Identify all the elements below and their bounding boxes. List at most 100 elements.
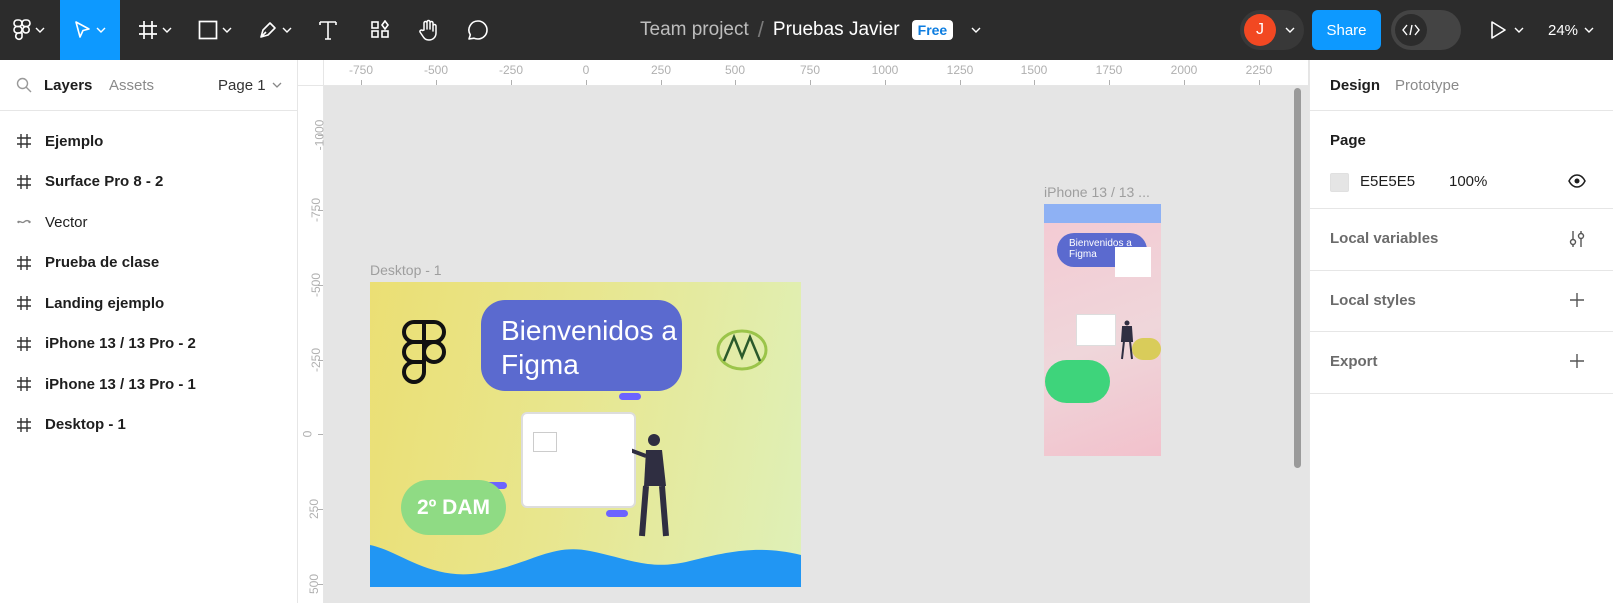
search-icon[interactable] <box>16 77 32 93</box>
present-button[interactable] <box>1486 0 1528 60</box>
chevron-down-icon <box>1584 27 1594 33</box>
frame-icon <box>17 174 31 189</box>
file-name[interactable]: Pruebas Javier <box>773 19 900 41</box>
ruler-tick-label: 250 <box>650 63 672 77</box>
layers-panel: Layers Assets Page 1 Ejemplo Surface Pro… <box>0 60 298 603</box>
shape-tool-button[interactable] <box>190 0 240 60</box>
illustration-pill <box>606 510 628 517</box>
frame-icon <box>17 417 31 432</box>
comment-tool-button[interactable] <box>462 0 494 60</box>
chevron-down-icon <box>96 27 106 33</box>
tab-design[interactable]: Design <box>1330 77 1380 94</box>
frame-label-iphone[interactable]: iPhone 13 / 13 ... <box>1044 184 1150 200</box>
layer-item[interactable]: Ejemplo <box>0 121 297 162</box>
comment-bubble-icon <box>468 20 488 40</box>
ruler-tick <box>318 210 323 211</box>
resources-tool-button[interactable] <box>364 0 396 60</box>
dev-mode-knob <box>1395 14 1427 46</box>
frame-tool-button[interactable] <box>130 0 180 60</box>
ruler-tick <box>1259 80 1260 85</box>
ruler-tick-label: 750 <box>799 63 821 77</box>
ruler-tick-label: 0 <box>582 63 590 77</box>
plus-icon[interactable] <box>1569 292 1585 308</box>
page-selector[interactable]: Page 1 <box>218 77 282 94</box>
dev-mode-toggle[interactable] <box>1391 10 1461 50</box>
canvas-scrollbar[interactable] <box>1294 88 1301 468</box>
ruler-tick <box>318 434 323 435</box>
layer-label: Prueba de clase <box>45 254 160 272</box>
ruler-tick <box>1109 80 1110 85</box>
sliders-icon[interactable] <box>1569 230 1585 248</box>
avatar[interactable]: J <box>1244 14 1276 46</box>
frame-label-desktop[interactable]: Desktop - 1 <box>370 262 442 278</box>
ruler-tick-label: 2250 <box>1245 63 1273 77</box>
local-variables-section[interactable]: Local variables <box>1310 209 1613 271</box>
layer-item[interactable]: iPhone 13 / 13 Pro - 1 <box>0 364 297 405</box>
rectangle-icon <box>198 20 218 40</box>
page-opacity-input[interactable]: 100% <box>1449 173 1487 190</box>
school-logo-icon <box>716 329 768 371</box>
course-badge[interactable]: 2º DAM <box>401 480 506 535</box>
ruler-tick-label: 1250 <box>946 63 974 77</box>
layer-item[interactable]: Surface Pro 8 - 2 <box>0 162 297 203</box>
ruler-tick <box>318 584 323 585</box>
ruler-tick <box>318 360 323 361</box>
ruler-vertical[interactable]: -1000 -750 -500 -250 0 250 500 <box>298 86 326 603</box>
pen-tool-button[interactable] <box>250 0 300 60</box>
layer-item[interactable]: Desktop - 1 <box>0 405 297 446</box>
plus-icon[interactable] <box>1569 353 1585 369</box>
breadcrumb: Team project / Pruebas Javier Free <box>640 0 981 60</box>
multiplayer-avatars[interactable]: J <box>1240 10 1304 50</box>
text-t-icon <box>319 21 337 40</box>
plan-badge[interactable]: Free <box>911 20 954 40</box>
frame-icon <box>17 296 31 311</box>
zoom-menu[interactable]: 24% <box>1548 0 1594 60</box>
eye-icon[interactable] <box>1568 174 1586 188</box>
ruler-tick-label: -250 <box>498 63 524 77</box>
export-section[interactable]: Export <box>1310 332 1613 394</box>
layer-item[interactable]: Prueba de clase <box>0 243 297 284</box>
ruler-tick <box>318 509 323 510</box>
right-panel-tabs: Design Prototype <box>1310 60 1613 111</box>
text-tool-button[interactable] <box>312 0 344 60</box>
ruler-tick-label: 1500 <box>1020 63 1048 77</box>
layer-label: Surface Pro 8 - 2 <box>45 173 164 191</box>
layer-item[interactable]: Landing ejemplo <box>0 283 297 324</box>
left-panel-tabs: Layers Assets Page 1 <box>0 60 297 111</box>
vector-icon <box>17 220 31 224</box>
page-color-swatch[interactable] <box>1330 173 1349 192</box>
main-menu-button[interactable] <box>0 0 58 60</box>
desktop-frame[interactable]: Bienvenidos a Figma 2º DAM <box>370 282 801 587</box>
local-styles-section[interactable]: Local styles <box>1310 271 1613 332</box>
layer-label: Ejemplo <box>45 132 104 150</box>
tab-prototype[interactable]: Prototype <box>1395 77 1459 94</box>
ruler-tick <box>1184 80 1185 85</box>
layer-label: iPhone 13 / 13 Pro - 2 <box>45 335 196 353</box>
ruler-horizontal[interactable]: -750 -500 -250 0 250 500 750 1000 1250 1… <box>298 60 1308 86</box>
chevron-down-icon <box>282 27 292 33</box>
breadcrumb-team[interactable]: Team project <box>640 19 749 41</box>
layer-label: Landing ejemplo <box>45 294 165 312</box>
iphone-green-badge <box>1045 360 1110 403</box>
page-section: Page E5E5E5 100% <box>1310 111 1613 209</box>
ruler-tick <box>318 285 323 286</box>
move-tool-button[interactable] <box>60 0 120 60</box>
pen-nib-icon <box>260 22 276 38</box>
layer-item[interactable]: iPhone 13 / 13 Pro - 2 <box>0 324 297 365</box>
ruler-tick-label: 2000 <box>1170 63 1198 77</box>
page-color-hex-input[interactable]: E5E5E5 <box>1360 173 1415 190</box>
layer-item[interactable]: Vector <box>0 202 297 243</box>
properties-panel: Design Prototype Page E5E5E5 100% Local … <box>1309 60 1613 603</box>
file-menu-chevron-icon[interactable] <box>971 27 981 33</box>
ruler-tick <box>318 135 323 136</box>
share-button[interactable]: Share <box>1312 10 1381 50</box>
figma-logo-icon <box>402 320 446 384</box>
ruler-tick <box>511 80 512 85</box>
welcome-banner[interactable]: Bienvenidos a Figma <box>481 300 682 391</box>
hand-tool-button[interactable] <box>412 0 444 60</box>
iphone-frame[interactable]: Bienvenidos a Figma <box>1044 204 1161 456</box>
page-section-title: Page <box>1330 132 1366 149</box>
tab-layers[interactable]: Layers <box>44 77 92 94</box>
tab-assets[interactable]: Assets <box>109 77 154 94</box>
ruler-tick <box>885 80 886 85</box>
